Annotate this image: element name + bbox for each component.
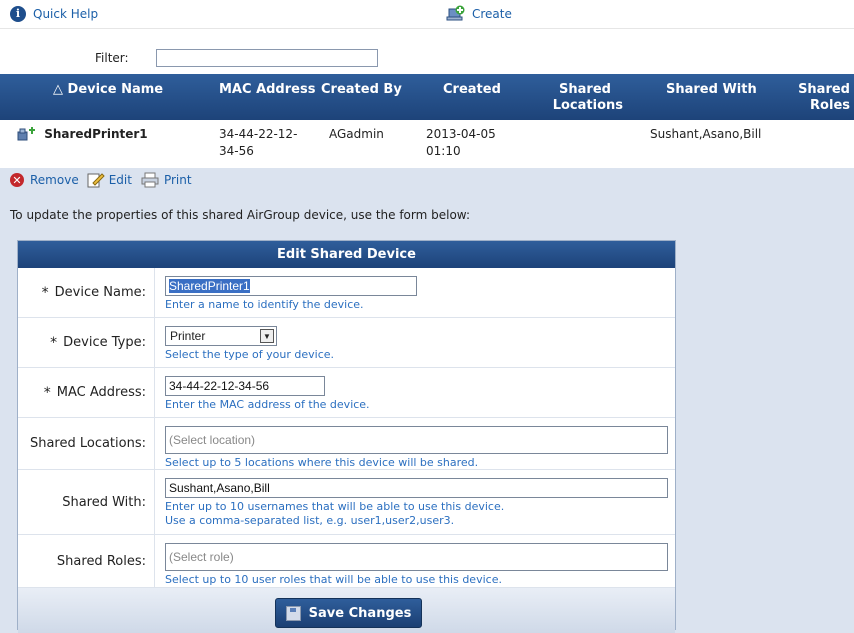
field-row-device-type: * Device Type: Printer ▼ Select the type…	[18, 318, 675, 368]
shared-locations-label: Shared Locations:	[18, 418, 155, 469]
toolbar-row: i Quick Help Create	[0, 0, 854, 29]
device-name-label-text: Device Name:	[54, 285, 146, 300]
chevron-down-icon[interactable]: ▼	[260, 329, 274, 343]
column-header-shared-locations-line2: Locations	[552, 98, 623, 113]
column-header-shared-locations[interactable]: Shared Locations	[547, 82, 623, 114]
field-row-mac-address: * MAC Address: 34-44-22-12-34-56 Enter t…	[18, 368, 675, 418]
mac-address-input[interactable]: 34-44-22-12-34-56	[165, 376, 325, 396]
created-date: 2013-04-05	[426, 127, 496, 141]
shared-with-hint-1: Enter up to 10 usernames that will be ab…	[165, 500, 505, 513]
mac-address-value: 34-44-22-12-34-56 Enter the MAC address …	[165, 376, 370, 412]
column-header-shared-roles-line1: Shared	[798, 82, 850, 97]
column-header-device-name[interactable]: △ Device Name	[53, 82, 163, 98]
shared-with-hint-2: Use a comma-separated list, e.g. user1,u…	[165, 514, 455, 527]
create-link[interactable]: Create	[446, 5, 512, 23]
field-row-device-name: * Device Name: SharedPrinter1 Enter a na…	[18, 268, 675, 318]
edit-link[interactable]: Edit	[87, 172, 132, 188]
column-header-created-by[interactable]: Created By	[321, 82, 402, 98]
required-marker: *	[50, 334, 58, 351]
field-row-shared-with: Shared With: Sushant,Asano,Bill Enter up…	[18, 470, 675, 535]
cell-mac-address: 34-44-22-12- 34-56	[219, 126, 297, 160]
shared-roles-input[interactable]: (Select role)	[165, 543, 668, 571]
mac-address-label: * MAC Address:	[18, 368, 155, 417]
mac-address-hint: Enter the MAC address of the device.	[165, 398, 370, 411]
form-footer: Save Changes	[18, 588, 675, 633]
table-row[interactable]: SharedPrinter1 34-44-22-12- 34-56 AGadmi…	[0, 120, 854, 168]
required-marker: *	[43, 384, 51, 401]
info-icon: i	[10, 6, 26, 22]
device-name-value: SharedPrinter1 Enter a name to identify …	[165, 276, 417, 312]
intro-text: To update the properties of this shared …	[10, 208, 470, 222]
filter-input[interactable]	[156, 49, 378, 67]
quick-help-label: Quick Help	[33, 7, 99, 21]
device-type-label: * Device Type:	[18, 318, 155, 367]
shared-roles-hint: Select up to 10 user roles that will be …	[165, 573, 502, 586]
quick-help-link[interactable]: i Quick Help	[10, 6, 98, 22]
remove-icon: ✕	[10, 173, 24, 187]
shared-with-value: Sushant,Asano,Bill Enter up to 10 userna…	[165, 478, 668, 528]
save-disk-icon	[285, 605, 301, 621]
column-header-shared-roles-line2: Roles	[810, 98, 850, 113]
cell-created: 2013-04-05 01:10	[426, 126, 496, 160]
column-header-shared-with[interactable]: Shared With	[666, 82, 757, 98]
print-link[interactable]: Print	[140, 172, 192, 188]
device-type-label-text: Device Type:	[63, 335, 146, 350]
remove-link[interactable]: ✕ Remove	[10, 173, 79, 187]
device-type-select[interactable]: Printer ▼	[165, 326, 277, 346]
field-row-shared-locations: Shared Locations: (Select location) Sele…	[18, 418, 675, 470]
edit-shared-device-form: Edit Shared Device * Device Name: Shared…	[17, 240, 676, 633]
shared-locations-value: (Select location) Select up to 5 locatio…	[165, 426, 668, 470]
shared-roles-label: Shared Roles:	[18, 535, 155, 587]
created-time: 01:10	[426, 144, 461, 158]
print-icon	[141, 172, 159, 188]
device-type-value: Printer ▼ Select the type of your device…	[165, 326, 334, 362]
mac-address-label-text: MAC Address:	[56, 385, 146, 400]
device-name-input-text: SharedPrinter1	[169, 279, 250, 293]
column-header-mac-address[interactable]: MAC Address	[219, 82, 315, 98]
shared-locations-input[interactable]: (Select location)	[165, 426, 668, 454]
mac-line1: 34-44-22-12-	[219, 127, 298, 141]
cell-device-name: SharedPrinter1	[16, 126, 148, 143]
save-changes-label: Save Changes	[308, 605, 412, 621]
required-marker: *	[41, 284, 49, 301]
shared-locations-hint: Select up to 5 locations where this devi…	[165, 456, 479, 469]
cell-shared-with: Sushant,Asano,Bill	[650, 127, 762, 141]
cell-created-by: AGadmin	[329, 127, 384, 141]
edit-label: Edit	[108, 173, 132, 187]
column-header-shared-locations-line1: Shared	[559, 82, 611, 97]
edit-icon	[87, 173, 105, 188]
save-changes-button[interactable]: Save Changes	[275, 598, 422, 628]
device-type-hint: Select the type of your device.	[165, 348, 335, 361]
shared-roles-value: (Select role) Select up to 10 user roles…	[165, 543, 668, 587]
device-name-label: * Device Name:	[18, 268, 155, 317]
print-label: Print	[163, 173, 192, 187]
device-name-input[interactable]: SharedPrinter1	[165, 276, 417, 296]
field-row-shared-roles: Shared Roles: (Select role) Select up to…	[18, 535, 675, 588]
column-header-shared-roles[interactable]: Shared Roles	[794, 82, 850, 114]
shared-with-label: Shared With:	[18, 470, 155, 534]
shared-with-input[interactable]: Sushant,Asano,Bill	[165, 478, 668, 498]
shared-device-icon	[17, 126, 35, 140]
form-title: Edit Shared Device	[18, 241, 675, 268]
row-actions: ✕ Remove Edit Print	[0, 168, 854, 192]
device-type-selected: Printer	[170, 329, 206, 343]
remove-label: Remove	[30, 173, 79, 187]
create-device-icon	[446, 5, 465, 21]
column-header-created[interactable]: Created	[443, 82, 501, 98]
device-name-hint: Enter a name to identify the device.	[165, 298, 364, 311]
top-toolbar: i Quick Help Create	[0, 0, 854, 48]
filter-label: Filter:	[95, 51, 129, 65]
create-label: Create	[472, 7, 512, 21]
mac-line2: 34-56	[219, 144, 254, 158]
device-name-text: SharedPrinter1	[44, 127, 148, 141]
table-header: △ Device Name MAC Address Created By Cre…	[0, 74, 854, 120]
